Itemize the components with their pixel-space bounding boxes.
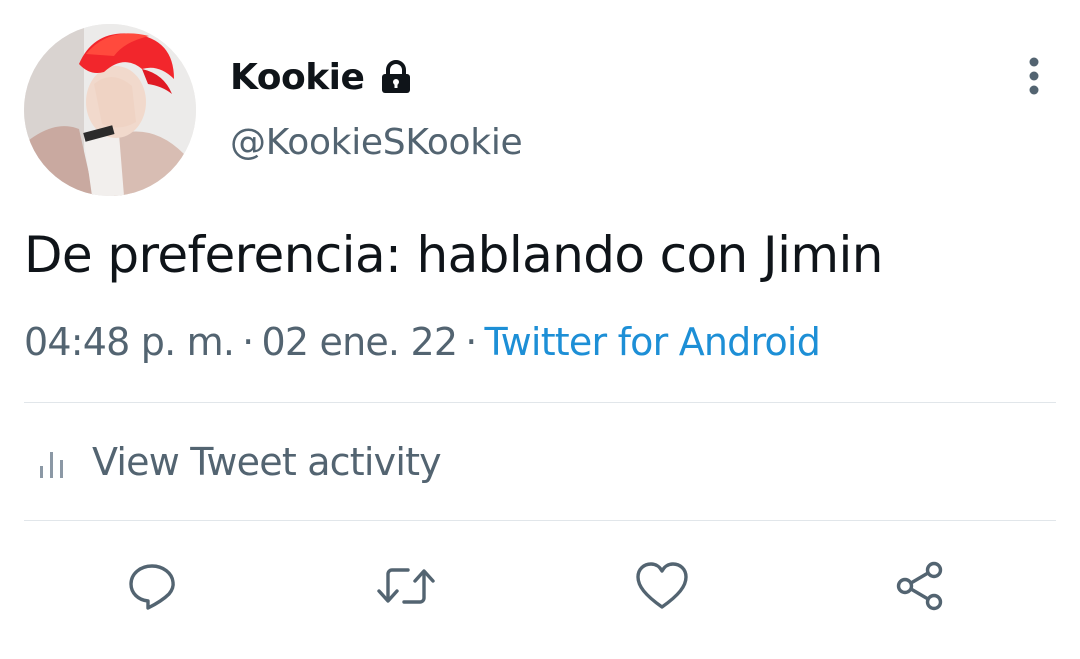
avatar-image	[24, 24, 196, 196]
heart-icon	[636, 562, 688, 609]
tweet-text: De preferencia: hablando con Jimin	[24, 226, 883, 284]
bar-chart-icon	[40, 452, 63, 478]
meta-separator: ·	[242, 320, 254, 364]
author-display-name[interactable]: Kookie	[230, 57, 365, 98]
tweet-date[interactable]: 02 ene. 22	[261, 320, 458, 364]
reply-icon	[129, 564, 175, 610]
divider	[24, 520, 1056, 521]
share-icon	[896, 561, 943, 611]
view-tweet-activity-button[interactable]: View Tweet activity	[24, 404, 1056, 520]
tweet-meta: 04:48 p. m. · 02 ene. 22 · Twitter for Andro…	[24, 320, 821, 364]
meta-separator: ·	[465, 320, 477, 364]
tweet-detail: Kookie @KookieSKookie De preferencia: ha…	[0, 0, 1080, 659]
avatar[interactable]	[24, 24, 196, 196]
divider	[24, 402, 1056, 403]
author-handle[interactable]: @KookieSKookie	[230, 122, 523, 163]
lock-icon	[378, 59, 414, 95]
tweet-time[interactable]: 04:48 p. m.	[24, 320, 235, 364]
more-options-button[interactable]	[1014, 54, 1054, 98]
reply-button[interactable]	[122, 556, 182, 616]
tweet-source-link[interactable]: Twitter for Android	[485, 320, 821, 364]
author-name-row: Kookie	[230, 52, 414, 102]
retweet-icon	[377, 568, 435, 604]
more-vertical-icon	[1029, 57, 1039, 95]
share-button[interactable]	[890, 556, 950, 616]
retweet-button[interactable]	[376, 556, 436, 616]
like-button[interactable]	[632, 556, 692, 616]
view-tweet-activity-label: View Tweet activity	[92, 440, 442, 484]
tweet-action-bar	[0, 522, 1080, 644]
